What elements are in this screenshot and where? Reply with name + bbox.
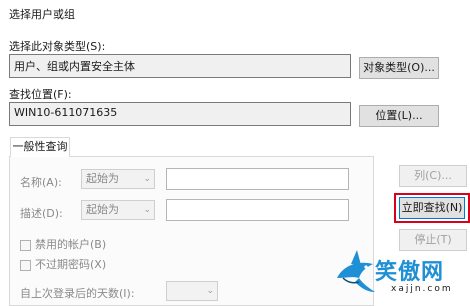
tab-general-query[interactable]: 一般性查询 [10,137,70,157]
disabled-accounts-label: 禁用的帐户(B) [35,238,107,251]
dialog-title: 选择用户或组 [9,8,75,21]
chevron-down-icon: ⌄ [143,174,151,184]
non-expiring-password-option[interactable]: 不过期密码(X) [20,256,106,272]
location-label: 查找位置(F): [9,88,72,101]
object-type-field: 用户、组或内置安全主体 [9,54,351,78]
description-mode-value: 起始为 [86,203,119,216]
locations-button[interactable]: 位置(L)... [359,105,439,127]
non-expiring-password-label: 不过期密码(X) [35,258,107,271]
description-input[interactable] [166,199,349,221]
chevron-down-icon: ⌄ [143,205,151,215]
watermark-text: 笑傲网 [375,259,445,285]
name-mode-value: 起始为 [86,172,119,185]
watermark-url: xajjn.com [391,284,453,294]
name-label: 名称(A): [20,176,62,189]
chevron-down-icon: ⌄ [206,286,214,296]
disabled-accounts-checkbox[interactable] [20,239,31,251]
disabled-accounts-option[interactable]: 禁用的帐户(B) [20,236,106,252]
object-type-label: 选择此对象类型(S): [9,40,106,53]
description-mode-select[interactable]: 起始为 ⌄ [81,200,155,220]
shark-icon [337,250,375,292]
description-label: 描述(D): [20,207,63,220]
watermark-logo: 笑傲网 xajjn.com [333,246,470,299]
non-expiring-password-checkbox[interactable] [20,259,31,271]
name-input[interactable] [166,168,349,190]
location-field: WIN10-611071635 [9,102,351,126]
name-mode-select[interactable]: 起始为 ⌄ [81,169,155,189]
columns-button[interactable]: 列(C)... [399,165,467,187]
days-since-login-select[interactable]: ⌄ [166,281,218,301]
object-types-button[interactable]: 对象类型(O)... [359,57,439,79]
find-now-button[interactable]: 立即查找(N) [399,197,465,219]
